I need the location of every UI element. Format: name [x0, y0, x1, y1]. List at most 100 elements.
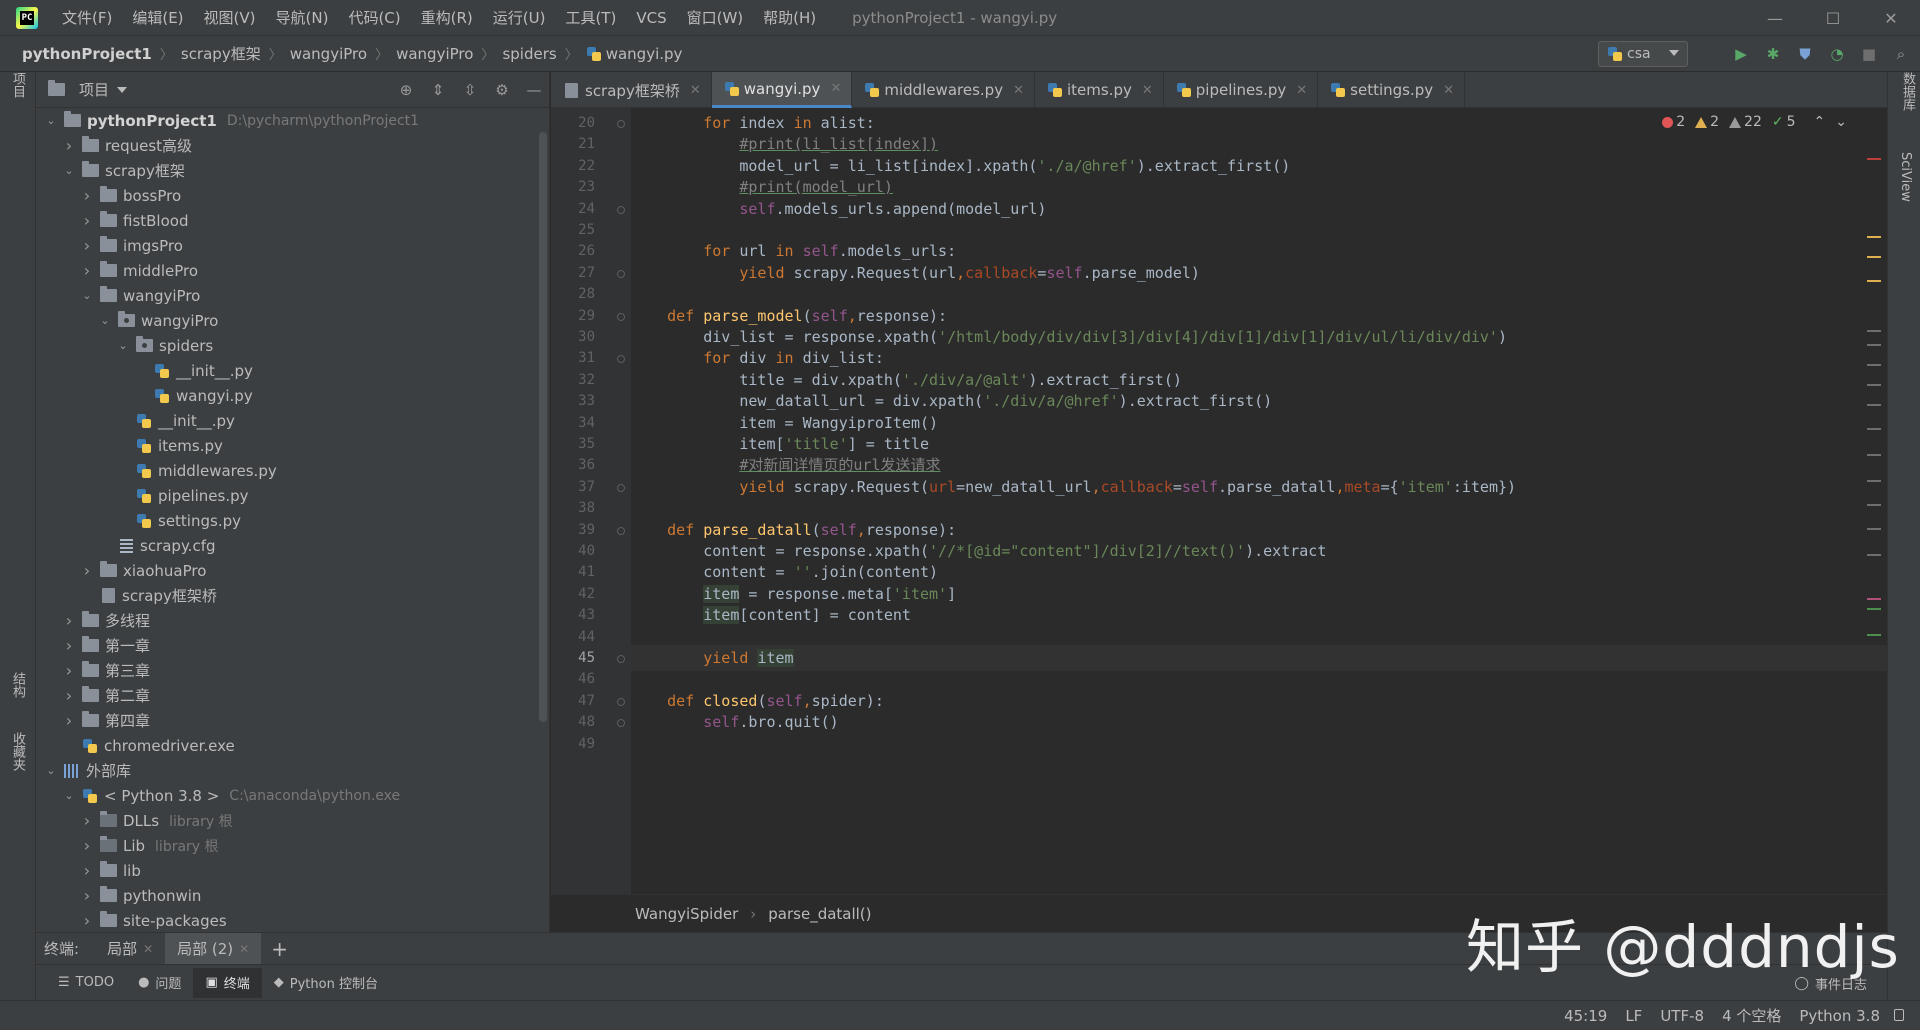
tree-item[interactable]: › request高级 [36, 133, 537, 158]
close-tab-icon[interactable]: ✕ [143, 942, 153, 956]
chevron-right-icon[interactable]: › [80, 186, 94, 205]
chevron-down-icon[interactable]: ⌄ [62, 789, 76, 802]
typo-count[interactable]: ✓ 5 [1772, 114, 1796, 130]
chevron-right-icon[interactable]: › [80, 811, 94, 830]
expand-all-icon[interactable]: ⇕ [429, 81, 447, 99]
editor-tab[interactable]: pipelines.py ✕ [1164, 72, 1319, 108]
chevron-up-icon[interactable]: ⌃ [1814, 114, 1826, 130]
close-tab-icon[interactable]: ✕ [690, 83, 701, 98]
breadcrumb-method[interactable]: parse_datall() [768, 905, 871, 923]
tree-item[interactable]: › lib [36, 858, 537, 883]
close-tab-icon[interactable]: ✕ [1443, 83, 1454, 98]
scrollbar-marker[interactable] [1867, 404, 1881, 406]
locate-icon[interactable]: ⊕ [397, 81, 415, 99]
breadcrumb-item[interactable]: spiders [502, 45, 556, 63]
tree-item[interactable]: middlewares.py [36, 458, 537, 483]
scrollbar-marker[interactable] [1867, 598, 1881, 600]
scrollbar-marker[interactable] [1867, 428, 1881, 430]
chevron-right-icon[interactable]: › [62, 636, 76, 655]
maximize-icon[interactable]: ☐ [1804, 0, 1862, 36]
tree-item[interactable]: › 第一章 [36, 633, 537, 658]
coverage-icon[interactable]: ⛊ [1796, 45, 1814, 63]
tree-item[interactable]: › Lib library 根 [36, 833, 537, 858]
warning-count[interactable]: 2 [1695, 114, 1719, 130]
file-encoding[interactable]: UTF-8 [1660, 1007, 1704, 1025]
search-icon[interactable]: ⌕ [1892, 45, 1910, 63]
scrollbar-marker[interactable] [1867, 280, 1881, 282]
chevron-down-icon[interactable] [117, 86, 128, 93]
tree-item[interactable]: settings.py [36, 508, 537, 533]
run-icon[interactable]: ▶ [1732, 45, 1750, 63]
fold-marker-icon[interactable] [617, 269, 625, 278]
breadcrumb-item[interactable]: wangyiPro [290, 45, 367, 63]
chevron-right-icon[interactable]: › [80, 886, 94, 905]
tool-window-button[interactable]: ● 问题 [126, 968, 193, 998]
menu-item[interactable]: VCS [626, 0, 676, 36]
stop-icon[interactable]: ■ [1860, 45, 1878, 63]
add-terminal-icon[interactable]: + [271, 937, 288, 961]
tree-item[interactable]: › fistBlood [36, 208, 537, 233]
scrollbar-marker[interactable] [1867, 158, 1881, 160]
terminal-tab[interactable]: 局部 (2) ✕ [165, 932, 262, 965]
breadcrumb-class[interactable]: WangyiSpider [635, 905, 738, 923]
chevron-right-icon[interactable]: › [62, 611, 76, 630]
menu-item[interactable]: 导航(N) [266, 0, 339, 36]
gear-icon[interactable]: ⚙ [493, 81, 511, 99]
menu-item[interactable]: 工具(T) [555, 0, 626, 36]
scrollbar-marker[interactable] [1867, 608, 1881, 610]
chevron-down-icon[interactable]: ⌄ [80, 289, 94, 302]
chevron-down-icon[interactable]: ⌄ [98, 314, 112, 327]
tool-window-button[interactable]: ☰ TODO [46, 968, 126, 998]
chevron-right-icon[interactable]: › [80, 911, 94, 930]
tree-item[interactable]: ⌄ scrapy框架 [36, 158, 537, 183]
chevron-down-icon[interactable]: ⌄ [44, 764, 58, 777]
fold-marker-icon[interactable] [617, 205, 625, 214]
tree-item[interactable]: scrapy.cfg [36, 533, 537, 558]
tree-item[interactable]: › 多线程 [36, 608, 537, 633]
breadcrumb-item[interactable]: wangyi.py [586, 45, 682, 63]
menu-item[interactable]: 代码(C) [338, 0, 410, 36]
fold-marker-icon[interactable] [617, 483, 625, 492]
fold-marker-icon[interactable] [617, 526, 625, 535]
tree-item[interactable]: › 第二章 [36, 683, 537, 708]
caret-position[interactable]: 45:19 [1564, 1007, 1607, 1025]
tree-item[interactable]: pipelines.py [36, 483, 537, 508]
indent-setting[interactable]: 4 个空格 [1722, 1005, 1781, 1026]
menu-item[interactable]: 帮助(H) [753, 0, 826, 36]
scrollbar-marker[interactable] [1867, 634, 1881, 636]
tree-item[interactable]: ⌄ spiders [36, 333, 537, 358]
tree-item[interactable]: scrapy框架桥 [36, 583, 537, 608]
terminal-tab[interactable]: 局部 ✕ [95, 933, 165, 965]
scrollbar-marker[interactable] [1867, 256, 1881, 258]
database-tool-tab[interactable]: 数据库 [1898, 72, 1917, 111]
breadcrumb-item[interactable]: scrapy框架 [181, 43, 261, 64]
error-count[interactable]: 2 [1662, 114, 1685, 130]
scrollbar-marker[interactable] [1867, 364, 1881, 366]
inspection-widget[interactable]: 2 2 22 ✓ 5 ⌃ ⌄ [1662, 114, 1847, 130]
tree-item[interactable]: items.py [36, 433, 537, 458]
chevron-right-icon[interactable]: › [62, 711, 76, 730]
chevron-right-icon[interactable]: › [80, 211, 94, 230]
chevron-right-icon[interactable]: › [80, 836, 94, 855]
code-area[interactable]: 20 21 22 23 24 25 26 27 28 29 30 31 32 33 34 35 36 37 38 39… [551, 108, 1887, 894]
chevron-right-icon[interactable]: › [80, 561, 94, 580]
tree-item[interactable]: › DLLs library 根 [36, 808, 537, 833]
tree-item[interactable]: › site-packages [36, 908, 537, 932]
tree-item[interactable]: ⌄ < Python 3.8 > C:\anaconda\python.exe [36, 783, 537, 808]
tool-window-button[interactable]: ◆ Python 控制台 [262, 968, 390, 998]
tree-item[interactable]: › 第三章 [36, 658, 537, 683]
fold-marker-icon[interactable] [617, 697, 625, 706]
line-separator[interactable]: LF [1625, 1007, 1642, 1025]
chevron-down-icon[interactable]: ⌄ [116, 339, 130, 352]
scrollbar-marker[interactable] [1867, 528, 1881, 530]
project-panel-title[interactable]: 项目 [79, 79, 109, 100]
editor-tab[interactable]: items.py ✕ [1035, 72, 1164, 108]
profile-icon[interactable]: ◔ [1828, 45, 1846, 63]
code-content[interactable]: for index in alist: #print(li_list[index… [631, 108, 1857, 894]
tree-item[interactable]: __init__.py [36, 358, 537, 383]
scrollbar-marker[interactable] [1867, 236, 1881, 238]
chevron-right-icon[interactable]: › [80, 236, 94, 255]
tree-item[interactable]: › pythonwin [36, 883, 537, 908]
close-tab-icon[interactable]: ✕ [1296, 83, 1307, 98]
close-tab-icon[interactable]: ✕ [239, 942, 249, 956]
